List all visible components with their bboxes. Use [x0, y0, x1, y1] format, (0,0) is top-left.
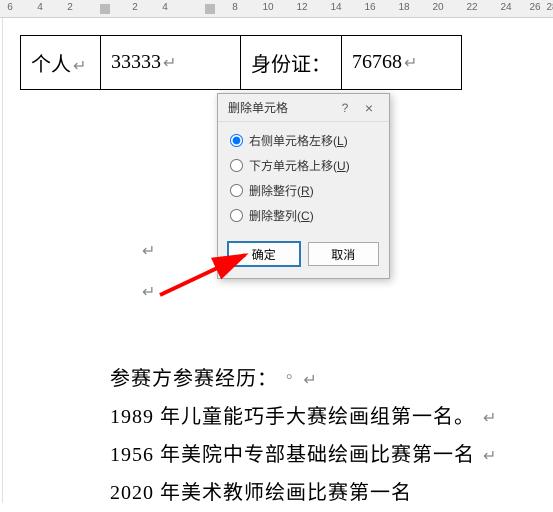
radio-input[interactable]	[230, 134, 243, 147]
radio-input[interactable]	[230, 209, 243, 222]
paragraph-line[interactable]: 1989 年儿童能巧手大赛绘画组第一名。 ↵	[110, 398, 550, 436]
close-icon[interactable]: ×	[357, 100, 381, 116]
ok-button[interactable]: 确定	[228, 242, 300, 266]
return-icon: ↵	[303, 372, 317, 389]
radio-delete-column[interactable]: 删除整列(C)	[230, 207, 377, 224]
return-icon: ↵	[142, 243, 155, 260]
radio-label: 下方单元格上移	[249, 157, 333, 174]
delete-cells-dialog: 删除单元格 ? × 右侧单元格左移(L) 下方单元格上移(U) 删除整行(R) …	[217, 93, 390, 279]
cell-value-id[interactable]: 76768↵	[342, 36, 462, 90]
dialog-titlebar[interactable]: 删除单元格 ? ×	[218, 94, 389, 122]
paragraph-line[interactable]: 2020 年美术教师绘画比赛第一名	[110, 474, 550, 512]
ruler-marker-icon	[100, 4, 110, 14]
dialog-buttons: 确定 取消	[218, 238, 389, 278]
return-icon: ↵	[483, 410, 497, 427]
ruler-marker-icon	[205, 4, 215, 14]
radio-input[interactable]	[230, 184, 243, 197]
paragraph-line[interactable]: 1956 年美院中专部基础绘画比赛第一名 ↵	[110, 436, 550, 474]
cell-label-name[interactable]: 个人↵	[21, 36, 101, 90]
radio-delete-row[interactable]: 删除整行(R)	[230, 182, 377, 199]
help-icon[interactable]: ?	[333, 101, 357, 115]
radio-label: 删除整行	[249, 182, 297, 199]
dialog-title: 删除单元格	[228, 99, 333, 116]
cancel-button[interactable]: 取消	[308, 242, 380, 266]
document-body-text[interactable]: 参赛方参赛经历： ° ↵ 1989 年儿童能巧手大赛绘画组第一名。 ↵ 1956…	[110, 360, 550, 512]
return-icon: ↵	[163, 55, 176, 72]
cell-label-id[interactable]: 身份证：	[241, 36, 342, 90]
cell-text: 76768	[352, 51, 402, 73]
return-icon: ↵	[73, 58, 86, 75]
cell-text: 身份证：	[251, 54, 331, 76]
table-row[interactable]: 个人↵ 33333↵ 身份证： 76768↵	[21, 36, 462, 90]
cell-text: 个人	[31, 54, 71, 76]
return-icon: ↵	[404, 55, 417, 72]
cell-value-name[interactable]: 33333↵	[101, 36, 241, 90]
radio-label: 右侧单元格左移	[249, 132, 333, 149]
return-icon: ↵	[483, 448, 497, 465]
paragraph-heading[interactable]: 参赛方参赛经历： ° ↵	[110, 360, 550, 398]
space-dot-icon: °	[286, 372, 293, 389]
radio-shift-left[interactable]: 右侧单元格左移(L)	[230, 132, 377, 149]
dialog-body: 右侧单元格左移(L) 下方单元格上移(U) 删除整行(R) 删除整列(C)	[218, 122, 389, 238]
return-icon: ↵	[142, 284, 155, 301]
document-table[interactable]: 个人↵ 33333↵ 身份证： 76768↵	[20, 35, 462, 90]
horizontal-ruler: 6 4 2 2 4 8 10 12 14 16 18 20 22 24 26 2…	[0, 0, 553, 18]
radio-input[interactable]	[230, 159, 243, 172]
radio-label: 删除整列	[249, 207, 297, 224]
radio-shift-up[interactable]: 下方单元格上移(U)	[230, 157, 377, 174]
cell-text: 33333	[111, 51, 161, 73]
